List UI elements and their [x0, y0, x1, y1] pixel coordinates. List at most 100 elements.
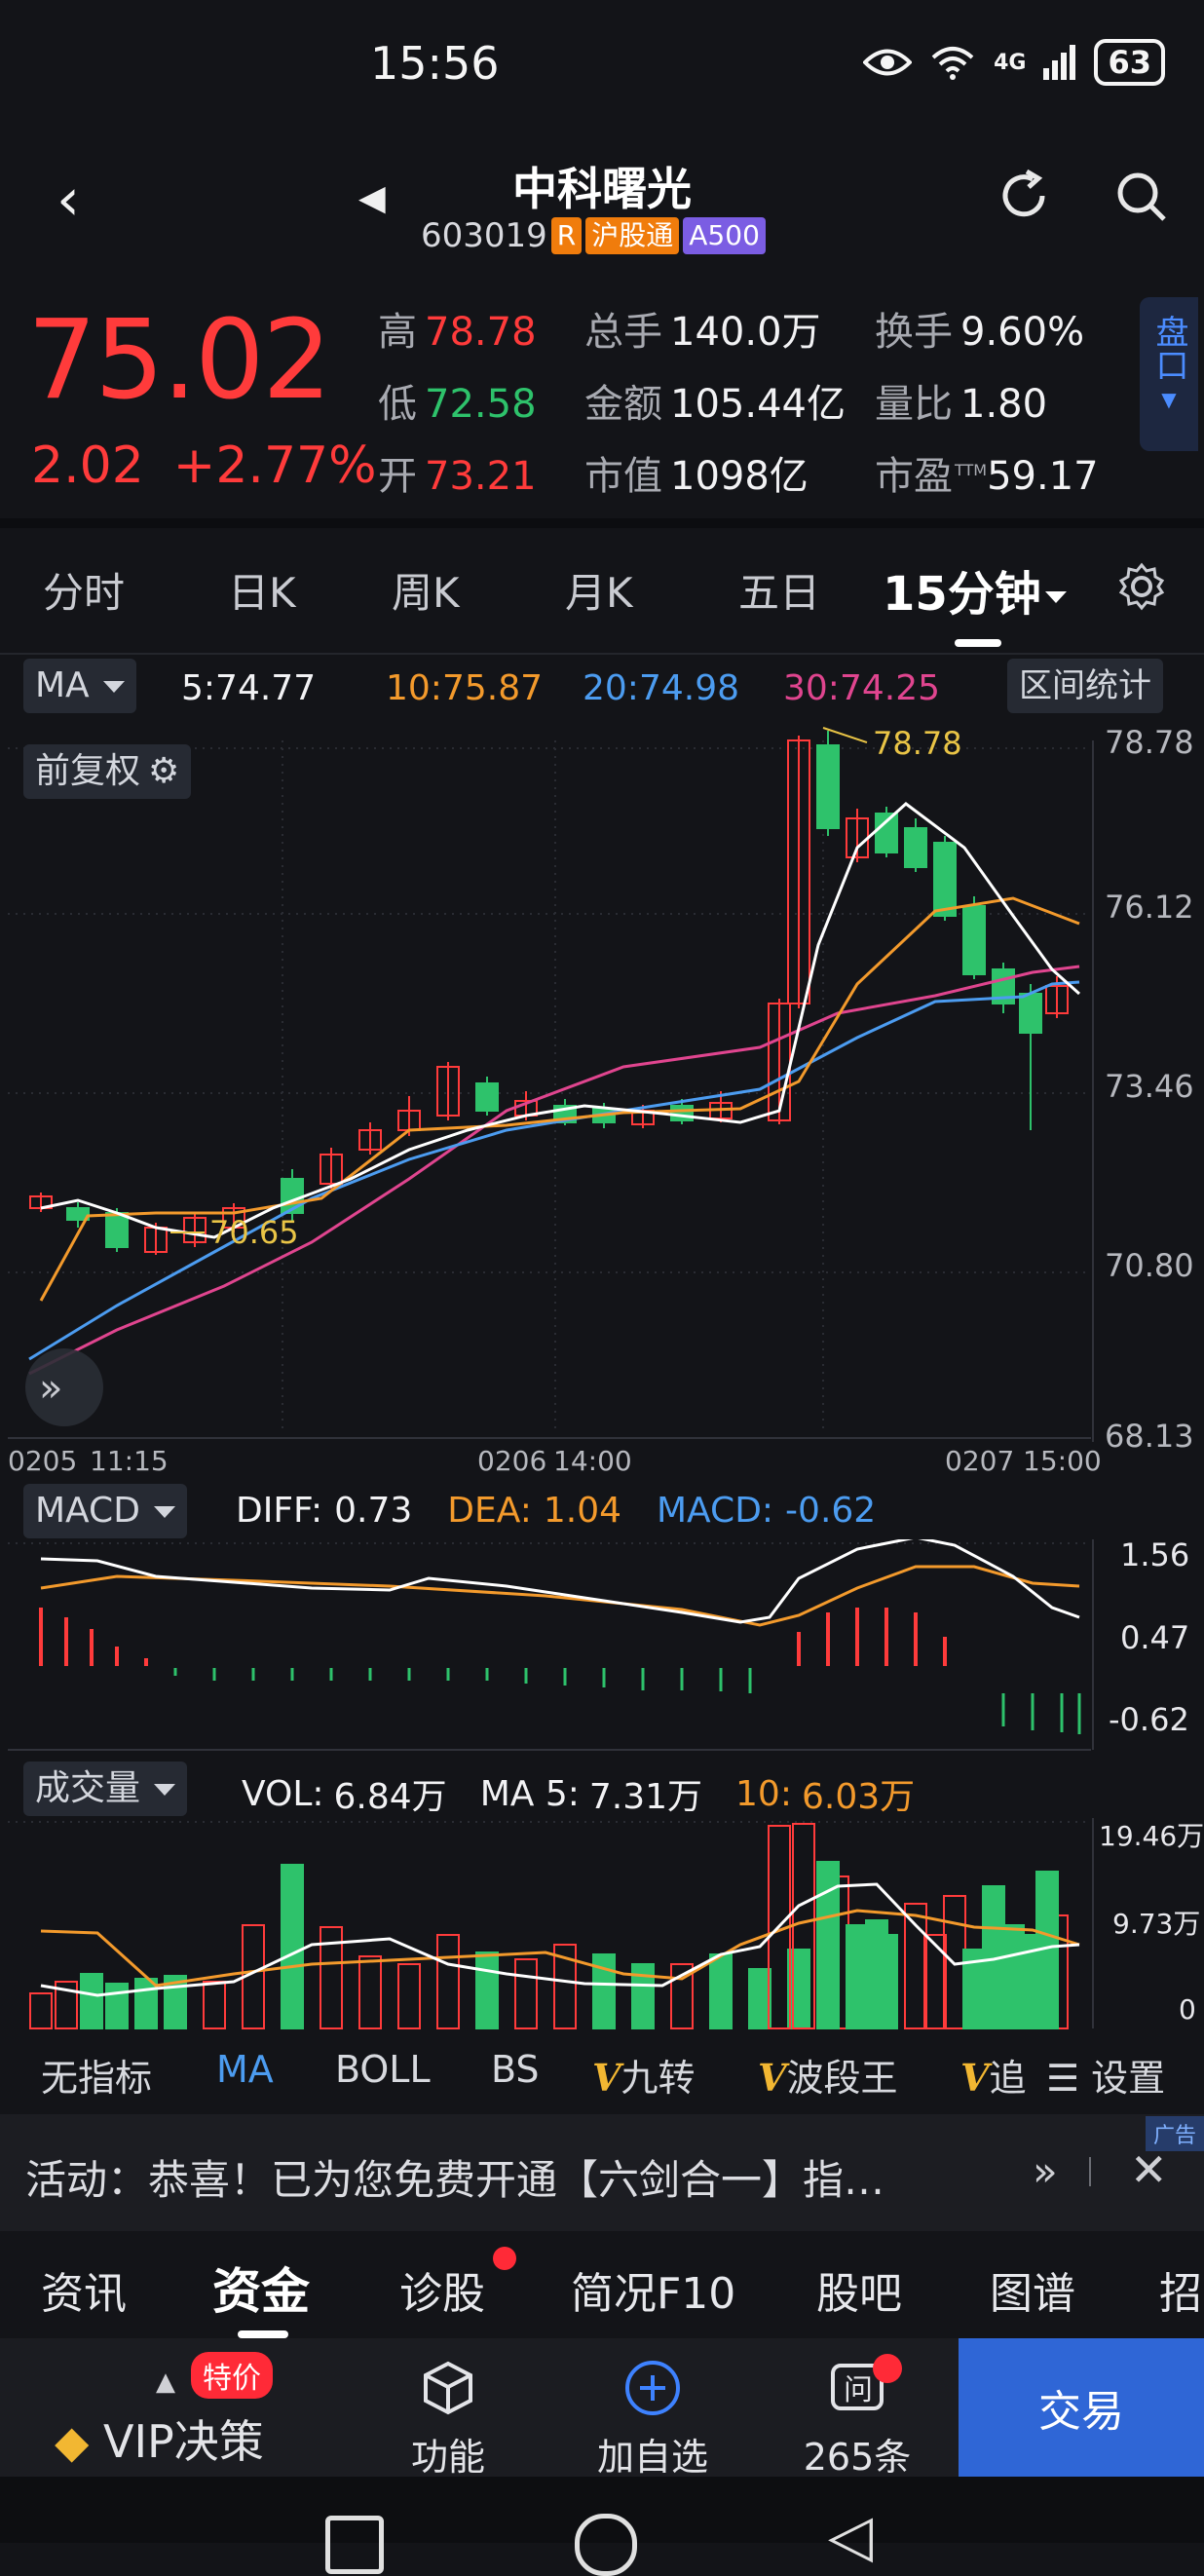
refresh-icon[interactable]	[994, 166, 1054, 240]
vol-ma5-label: MA 5:	[479, 1773, 580, 1814]
gear-icon: ⚙	[148, 751, 180, 791]
tab-five-day[interactable]: 五日	[738, 560, 820, 620]
double-chevron-right-icon[interactable]: »	[1033, 2147, 1058, 2195]
volume-value: 140.0万	[670, 310, 821, 355]
indicator-boduanwang-label: 波段王	[786, 2057, 898, 2100]
tab-f10[interactable]: 简况F10	[571, 2258, 735, 2321]
v-icon: V	[758, 2056, 787, 2100]
volume-bar	[134, 1978, 158, 2029]
indicator-boduanwang[interactable]: V波段王	[758, 2048, 898, 2102]
volume-bars	[29, 1823, 1069, 2029]
v-icon: V	[960, 2056, 990, 2100]
x-tick: 0207	[945, 1445, 1014, 1477]
recent-apps-icon[interactable]	[325, 2516, 384, 2574]
home-icon[interactable]	[575, 2514, 637, 2576]
macd-chart[interactable]: 1.56 0.47 -0.62	[0, 1539, 1204, 1754]
ma-selector-label: MA	[35, 665, 90, 705]
gear-icon[interactable]	[1116, 561, 1167, 616]
tab-daily-k[interactable]: 日K	[228, 560, 296, 620]
low-label: 低	[378, 382, 417, 427]
tab-weekly-k[interactable]: 周K	[392, 560, 460, 620]
volume-bar	[203, 1981, 226, 2029]
kline-chart[interactable]: 78.78 70.65 78.78 76.12 73.46 70.80 68.1…	[0, 721, 1204, 1481]
close-icon[interactable]: ✕	[1130, 2143, 1168, 2196]
pe-label: 市盈	[875, 454, 953, 499]
chevron-down-icon	[1044, 591, 1067, 603]
volume-bar	[1001, 1924, 1025, 2029]
macd-selector[interactable]: MACD	[23, 1484, 187, 1538]
active-tab-indicator	[238, 2330, 288, 2338]
volume-selector[interactable]: 成交量	[23, 1762, 188, 1816]
cube-icon	[424, 2361, 472, 2415]
add-watchlist-label: 加自选	[596, 2436, 708, 2479]
expand-chart-button[interactable]: »	[25, 1348, 103, 1426]
tab-news[interactable]: 资讯	[41, 2258, 127, 2321]
pe-value: 59.17	[987, 454, 1099, 499]
ma10-line	[39, 896, 1080, 1302]
low-mark: 70.65	[170, 1214, 299, 1251]
adjust-selector[interactable]: 前复权 ⚙	[23, 744, 192, 799]
tab-zhao[interactable]: 招	[1159, 2258, 1202, 2321]
double-chevron-right-icon: »	[39, 1366, 62, 1411]
section-divider	[0, 518, 1204, 528]
last-price: 75.02	[27, 297, 332, 424]
vip-decision-button[interactable]: ◆ VIP决策	[55, 2406, 264, 2471]
volume-chart[interactable]: 19.46万 9.73万 0	[0, 1818, 1204, 2032]
tabs-divider	[0, 653, 1204, 655]
tab-15min[interactable]: 15分钟	[883, 555, 1067, 624]
stock-code: 603019	[421, 216, 547, 255]
tab-diagnose[interactable]: 诊股	[399, 2258, 485, 2321]
high-label: 高	[378, 310, 417, 355]
indicator-ma[interactable]: MA	[216, 2048, 274, 2091]
pankou-button[interactable]: 盘口 ▼	[1140, 297, 1198, 451]
trade-button[interactable]: 交易	[959, 2338, 1204, 2477]
function-button[interactable]: 功能	[399, 2358, 497, 2481]
low-mark-label: 70.65	[209, 1214, 299, 1251]
settings-list-icon: ☰	[1046, 2057, 1080, 2100]
quote-volume: 总手 140.0万	[584, 300, 821, 357]
add-circle-icon	[625, 2361, 680, 2415]
tab-capital[interactable]: 资金	[212, 2253, 310, 2323]
indicator-jiuzhuan-label: 九转	[621, 2057, 696, 2100]
quote-mktcap: 市值 1098亿	[584, 444, 809, 501]
candle-body	[1019, 993, 1042, 1034]
vip-label: VIP决策	[103, 2415, 264, 2468]
low-value: 72.58	[425, 382, 537, 427]
indicator-settings-button[interactable]: ☰ 设置	[1046, 2048, 1165, 2102]
indicator-jiuzhuan[interactable]: V九转	[592, 2048, 696, 2102]
y-axis-labels: 78.78 76.12 73.46 70.80 68.13	[1105, 724, 1194, 1455]
pankou-label: 盘口	[1149, 315, 1188, 381]
active-tab-indicator	[955, 639, 1001, 647]
tab-monthly-k[interactable]: 月K	[565, 560, 633, 620]
change-amount: 2.02	[31, 436, 144, 495]
volume-y-axis: 19.46万 9.73万 0	[1099, 1820, 1204, 2026]
function-label: 功能	[410, 2436, 485, 2479]
search-icon[interactable]	[1112, 168, 1171, 239]
volume-bar	[709, 1953, 733, 2029]
indicator-bs[interactable]: BS	[491, 2048, 540, 2091]
tab-fenshi[interactable]: 分时	[43, 560, 125, 620]
indicator-none[interactable]: 无指标	[41, 2048, 152, 2102]
badge-a500: A500	[683, 217, 766, 254]
add-watchlist-button[interactable]: 加自选	[584, 2358, 721, 2481]
volratio-label: 量比	[875, 382, 953, 427]
change-percent: +2.77%	[172, 436, 377, 495]
volume-y-tick: 9.73万	[1112, 1908, 1200, 1940]
back-nav-icon[interactable]: ◁	[828, 2502, 873, 2570]
volume-bar	[436, 1934, 460, 2029]
indicator-boll[interactable]: BOLL	[335, 2048, 431, 2091]
volume-bar	[105, 1983, 129, 2029]
chevron-down-icon	[154, 1784, 176, 1796]
high-value: 78.78	[425, 310, 537, 355]
indicator-zhui[interactable]: V追	[960, 2048, 1027, 2102]
tab-forum[interactable]: 股吧	[816, 2258, 902, 2321]
status-icons: 4G 63	[863, 39, 1165, 86]
ad-text[interactable]: 活动：恭喜！已为您免费开通【六剑合一】指…	[25, 2147, 884, 2207]
x-axis-labels: 0205 11:15 0206 14:00 0207 15:00	[8, 1445, 1102, 1477]
dea-line	[40, 1565, 1080, 1627]
vol-value: 6.84万	[333, 1777, 447, 1817]
range-stats-button[interactable]: 区间统计	[1007, 659, 1163, 713]
ma-selector[interactable]: MA	[23, 659, 136, 713]
tab-graph[interactable]: 图谱	[990, 2258, 1075, 2321]
candle-body	[962, 905, 986, 975]
